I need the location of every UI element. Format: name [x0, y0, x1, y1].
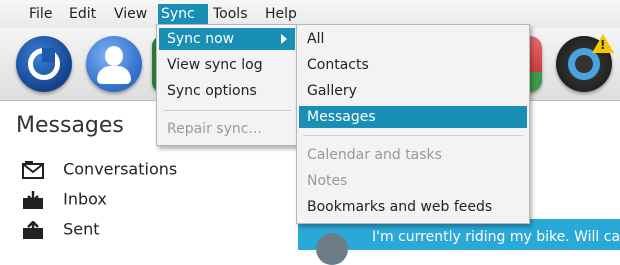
menu-tools[interactable]: Tools: [210, 4, 251, 24]
contacts-icon[interactable]: [86, 36, 142, 92]
menu-edit[interactable]: Edit: [66, 4, 99, 24]
submenu-item-notes: Notes: [299, 170, 527, 192]
menu-separator: [163, 110, 291, 111]
menu-item-repair-sync: Repair sync...: [159, 118, 295, 140]
submenu-item-notes-label: Notes: [307, 173, 348, 189]
nav-label-conversations: Conversations: [63, 159, 178, 179]
nav-item-sent[interactable]: Sent: [22, 217, 100, 241]
submenu-item-gallery[interactable]: Gallery: [299, 80, 527, 102]
submenu-arrow-icon: [281, 34, 287, 44]
submenu-item-all[interactable]: All: [299, 28, 527, 50]
submenu-item-all-label: All: [307, 31, 325, 47]
menu-tools-label: Tools: [213, 6, 248, 22]
menu-sync[interactable]: Sync: [158, 4, 208, 24]
nav-label-inbox: Inbox: [63, 189, 107, 209]
menu-help[interactable]: Help: [262, 4, 300, 24]
submenu-separator: [303, 135, 523, 136]
submenu-item-bookmarks[interactable]: Bookmarks and web feeds: [299, 196, 527, 218]
menu-help-label: Help: [265, 6, 297, 22]
menu-file[interactable]: File: [26, 4, 55, 24]
menu-item-sync-options[interactable]: Sync options: [159, 80, 295, 102]
menu-item-sync-now[interactable]: Sync now: [159, 28, 295, 50]
submenu-item-calendar-label: Calendar and tasks: [307, 147, 442, 163]
menu-view[interactable]: View: [111, 4, 150, 24]
conversations-icon: [22, 160, 44, 179]
menu-item-repair-sync-label: Repair sync...: [167, 121, 262, 137]
inbox-icon: [23, 190, 43, 209]
menu-view-label: View: [114, 6, 148, 22]
submenu-item-contacts[interactable]: Contacts: [299, 54, 527, 76]
menu-item-view-sync-log[interactable]: View sync log: [159, 54, 295, 76]
menu-item-sync-now-label: Sync now: [167, 31, 235, 47]
submenu-item-messages-label: Messages: [307, 109, 376, 125]
submenu-item-gallery-label: Gallery: [307, 83, 357, 99]
menu-file-label: File: [29, 6, 53, 22]
submenu-item-contacts-label: Contacts: [307, 57, 369, 73]
sync-now-submenu: All Contacts Gallery Messages Calendar a…: [296, 24, 530, 224]
sent-icon: [23, 220, 43, 239]
nokia-suite-icon[interactable]: [16, 36, 72, 92]
menu-item-view-sync-log-label: View sync log: [167, 57, 263, 73]
submenu-item-calendar: Calendar and tasks: [299, 144, 527, 166]
menu-item-sync-options-label: Sync options: [167, 83, 257, 99]
submenu-item-bookmarks-label: Bookmarks and web feeds: [307, 199, 493, 215]
nav-label-sent: Sent: [63, 219, 100, 239]
support-icon[interactable]: !: [556, 34, 614, 92]
nav-item-conversations[interactable]: Conversations: [22, 157, 177, 181]
nav-item-inbox[interactable]: Inbox: [22, 187, 107, 211]
panel-title: Messages: [16, 113, 124, 138]
menu-edit-label: Edit: [69, 6, 97, 22]
sync-menu: Sync now View sync log Sync options Repa…: [156, 24, 298, 146]
menu-sync-label: Sync: [161, 6, 195, 22]
submenu-item-messages[interactable]: Messages: [299, 106, 527, 128]
avatar: [316, 233, 348, 265]
message-preview-text: I'm currently riding my bike. Will call: [372, 229, 620, 245]
